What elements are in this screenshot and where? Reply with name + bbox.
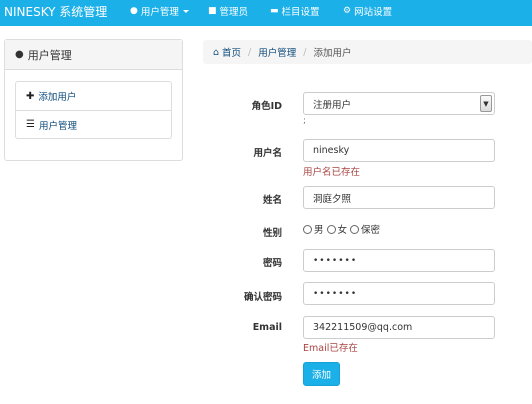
nav-category-settings-label: 栏目设置 [281, 7, 320, 18]
gear-icon: ⚙ [343, 6, 352, 16]
gender-option-female[interactable]: 女 [326, 222, 348, 236]
name-input[interactable]: 洞庭夕照 [303, 186, 495, 209]
radio-button[interactable] [303, 224, 312, 234]
password-value: ••••••• [313, 255, 358, 266]
nav-admin-label: 管理员 [219, 7, 249, 18]
plus-icon: ✚ [26, 90, 35, 102]
sidebar-item-add-user[interactable]: ✚ 添加用户 [16, 82, 171, 110]
brand-title[interactable]: NINESKY 系统管理 [4, 3, 107, 20]
nav-user-management[interactable]: ● 用户管理 [130, 4, 189, 18]
email-label: Email [252, 322, 282, 333]
sidebar-header: ● 用户管理 [5, 40, 182, 70]
confirm-password-input[interactable]: ••••••• [303, 282, 495, 305]
role-select[interactable]: 注册用户 ▼ [303, 92, 495, 115]
confirm-password-label: 确认密码 [243, 292, 282, 303]
username-error: 用户名已存在 [303, 167, 361, 178]
username-value: ninesky [313, 145, 350, 156]
sidebar-item-label: 用户管理 [38, 120, 77, 132]
breadcrumb-separator: / [303, 46, 307, 58]
nav-site-settings[interactable]: ⚙ 网站设置 [343, 4, 392, 18]
breadcrumb-section[interactable]: 用户管理 [258, 45, 296, 59]
sidebar-item-label: 添加用户 [38, 92, 77, 103]
sidebar-item-user-management[interactable]: ☰ 用户管理 [16, 110, 171, 138]
role-label: 角色ID [251, 101, 282, 112]
breadcrumb: ⌂ 首页 / 用户管理 / 添加用户 [203, 40, 532, 64]
nav-admin[interactable]: ■ 管理员 [208, 4, 248, 18]
name-label: 姓名 [262, 195, 282, 206]
sidebar-panel: ● 用户管理 ✚ 添加用户 ☰ 用户管理 [4, 39, 183, 161]
gender-option-label: 女 [337, 225, 348, 236]
gender-option-label: 保密 [361, 225, 381, 236]
user-icon: ● [130, 6, 138, 16]
gender-option-secret[interactable]: 保密 [350, 222, 380, 236]
breadcrumb-separator: / [248, 46, 252, 58]
gender-radio-group: 男 女 保密 [303, 222, 383, 236]
user-icon: ● [15, 49, 24, 60]
role-select-value: 注册用户 [313, 99, 352, 111]
radio-button[interactable] [350, 224, 360, 234]
confirm-password-value: ••••••• [313, 288, 358, 299]
email-error: Email已存在 [303, 343, 358, 354]
top-navbar: NINESKY 系统管理 ● 用户管理 ■ 管理员 ▬ 栏目设置 ⚙ 网站设置 [0, 0, 532, 26]
sidebar-list: ✚ 添加用户 ☰ 用户管理 [15, 81, 172, 139]
nav-user-management-label: 用户管理 [140, 7, 179, 18]
gender-label: 性别 [262, 228, 282, 239]
list-icon: ☰ [26, 119, 35, 130]
gender-option-label: 男 [314, 225, 324, 236]
username-input[interactable]: ninesky [303, 139, 495, 162]
name-value: 洞庭夕照 [313, 193, 352, 205]
password-label: 密码 [262, 258, 282, 269]
sidebar-title: 用户管理 [27, 48, 72, 62]
folder-icon: ▬ [270, 6, 279, 16]
nav-category-settings[interactable]: ▬ 栏目设置 [270, 4, 320, 18]
email-input[interactable]: 342211509@qq.com [303, 316, 495, 339]
breadcrumb-current: 添加用户 [313, 48, 352, 59]
nav-site-settings-label: 网站设置 [354, 7, 393, 18]
caret-down-icon [182, 9, 189, 13]
password-input[interactable]: ••••••• [303, 249, 495, 272]
role-note: ; [303, 116, 307, 126]
username-label: 用户名 [253, 148, 282, 159]
briefcase-icon: ■ [208, 6, 217, 16]
email-value: 342211509@qq.com [313, 322, 413, 333]
radio-button[interactable] [326, 224, 336, 234]
chevron-down-icon[interactable]: ▼ [480, 95, 492, 112]
gender-option-male[interactable]: 男 [303, 222, 324, 236]
home-icon: ⌂ [213, 46, 220, 58]
breadcrumb-home[interactable]: 首页 [222, 45, 241, 59]
add-button[interactable]: 添加 [303, 362, 340, 386]
